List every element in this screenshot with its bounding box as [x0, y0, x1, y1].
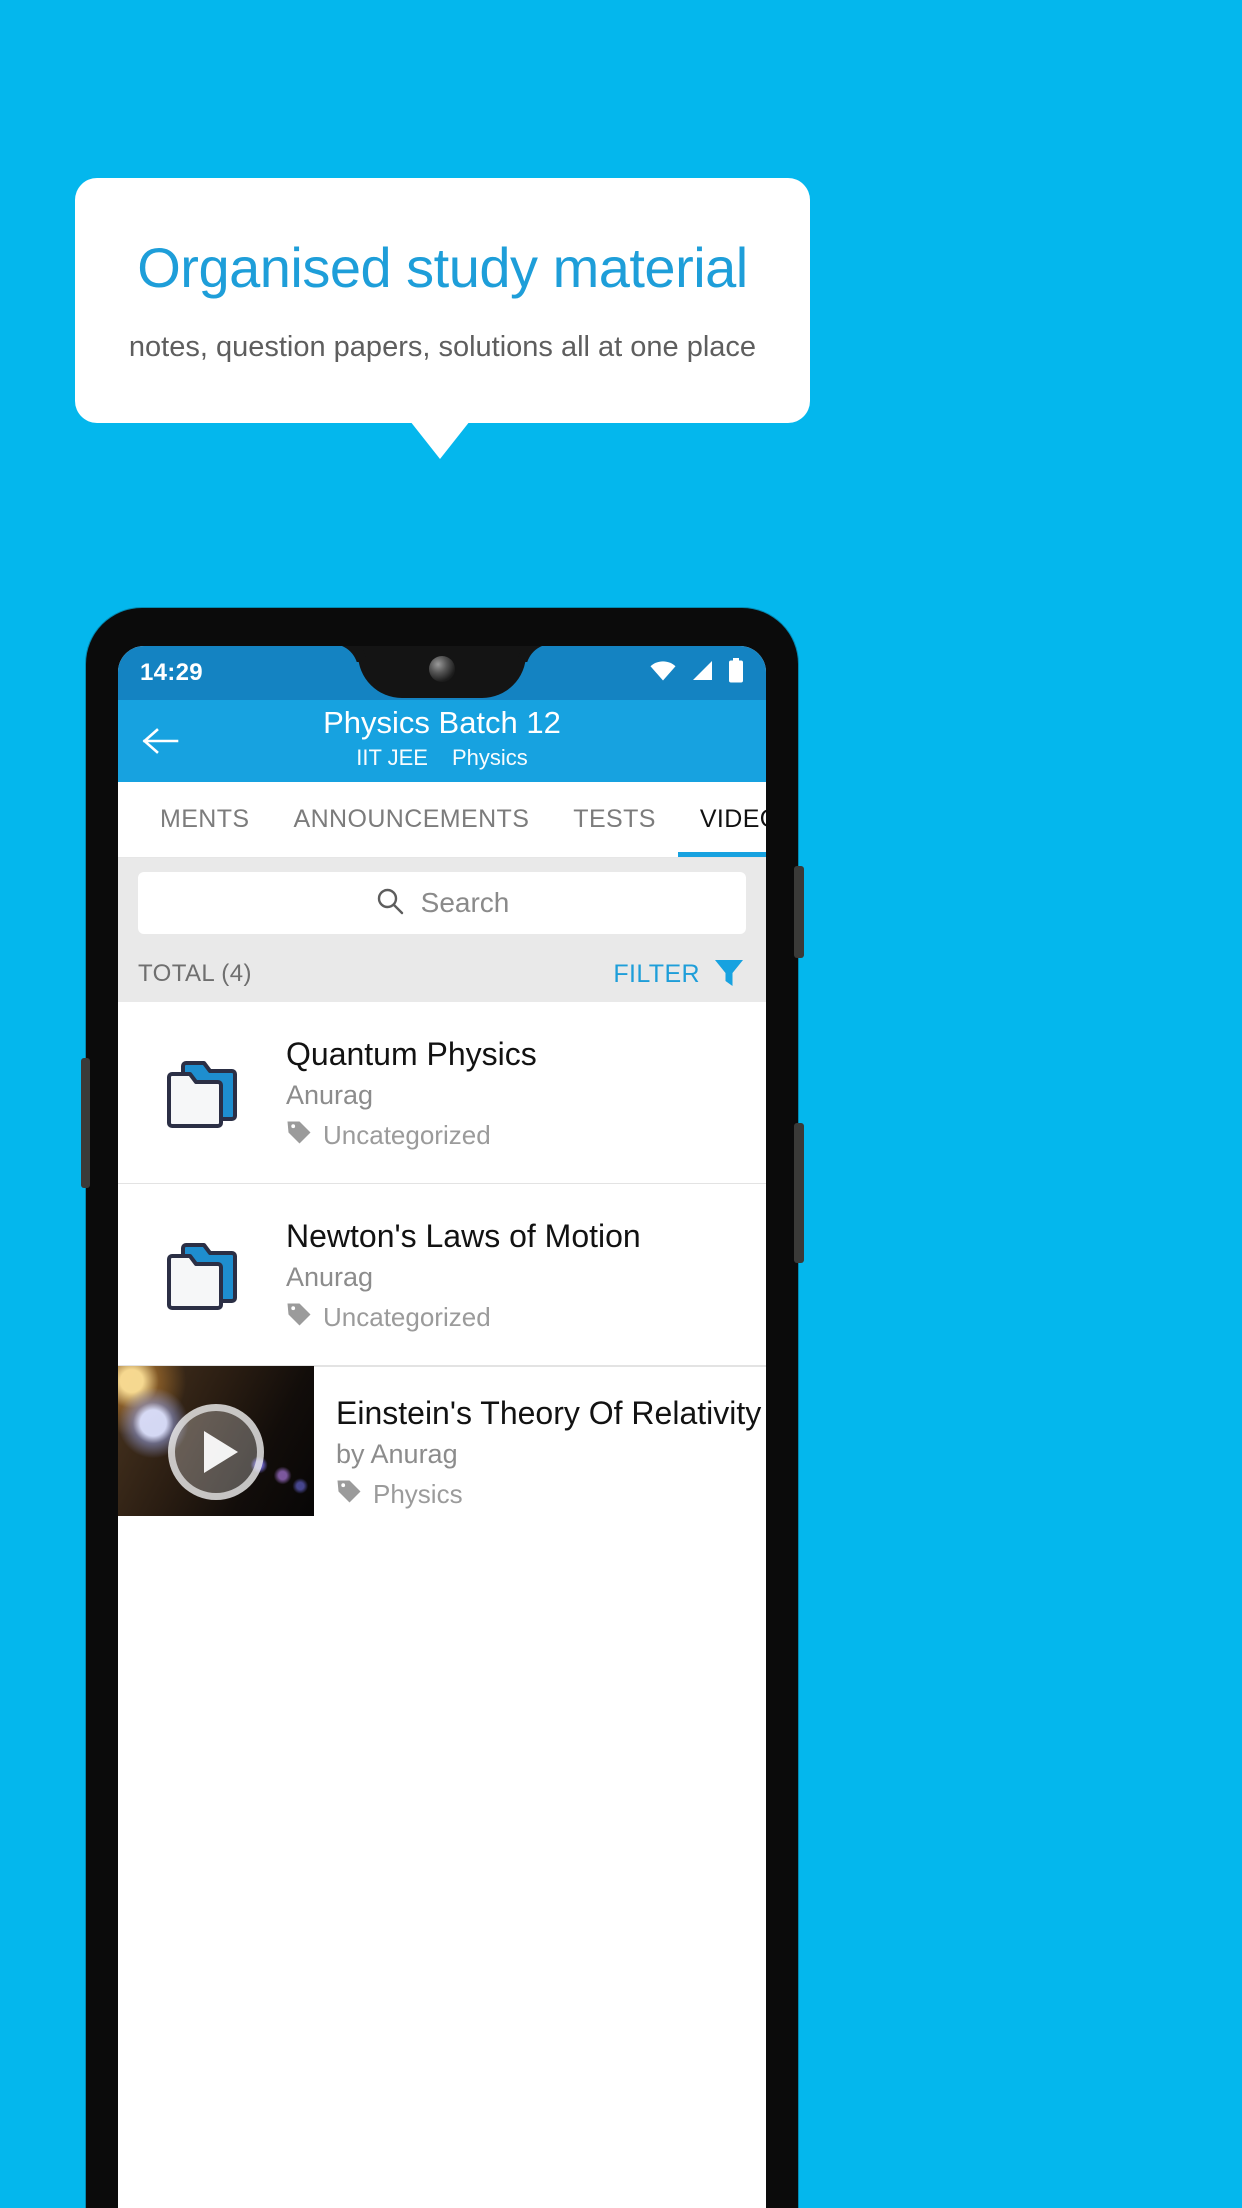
tab-bar: MENTS ANNOUNCEMENTS TESTS VIDEOS [118, 782, 766, 858]
back-arrow-icon [142, 728, 179, 754]
list-item-author: Anurag [286, 1079, 374, 1110]
phone-power-button[interactable] [794, 1123, 804, 1263]
promo-callout-card: Organised study material notes, question… [75, 178, 810, 423]
video-list: Quantum Physics Anurag Uncategorized New… [118, 1002, 766, 1516]
filter-funnel-icon [712, 955, 746, 994]
play-icon[interactable] [168, 1403, 264, 1500]
tag-icon [336, 1478, 362, 1511]
video-thumbnail[interactable] [118, 1366, 314, 1516]
tab-label: TESTS [573, 805, 656, 833]
app-bar-title-group: Physics Batch 12 IIT JEE Physics [118, 704, 766, 771]
promo-title: Organised study material [137, 236, 748, 300]
back-button[interactable] [138, 718, 184, 764]
list-item-tag: Physics [336, 1478, 761, 1511]
promo-callout-tail [410, 421, 470, 459]
tag-icon [286, 1119, 312, 1152]
filter-label: FILTER [613, 959, 700, 988]
folder-icon [118, 1239, 286, 1311]
list-toolbar: TOTAL (4) FILTER [118, 946, 766, 1002]
battery-icon [728, 658, 744, 688]
breadcrumb: IIT JEE Physics [356, 745, 528, 771]
list-item-tag: Uncategorized [286, 1301, 750, 1334]
tag-label: Uncategorized [323, 1119, 491, 1150]
search-icon [375, 886, 405, 921]
wifi-icon [650, 660, 676, 686]
filter-button[interactable]: FILTER [613, 955, 746, 994]
phone-screen: 14:29 Physics Batch 12 IIT JEE Physics M… [118, 646, 766, 2208]
signal-icon [690, 660, 714, 686]
tab-label: ANNOUNCEMENTS [293, 805, 530, 833]
tab-label: MENTS [160, 805, 250, 833]
app-bar: Physics Batch 12 IIT JEE Physics [118, 700, 766, 782]
tag-label: Physics [373, 1479, 463, 1509]
list-item-author: by Anurag [336, 1439, 458, 1469]
total-count-label: TOTAL (4) [138, 960, 252, 987]
list-item[interactable]: Newton's Laws of Motion Anurag Uncategor… [118, 1184, 766, 1366]
list-item-author: Anurag [286, 1261, 374, 1292]
list-item[interactable]: Quantum Physics Anurag Uncategorized [118, 1002, 766, 1184]
page-title: Physics Batch 12 [323, 705, 561, 740]
display-notch [358, 646, 526, 698]
list-item-text: Newton's Laws of Motion Anurag Uncategor… [286, 1216, 766, 1334]
phone-side-button-left[interactable] [81, 1058, 90, 1188]
tag-label: Uncategorized [323, 1301, 491, 1332]
search-section: Search [118, 858, 766, 946]
search-placeholder-text: Search [420, 887, 510, 918]
list-item[interactable]: Einstein's Theory Of Relativity by Anura… [118, 1366, 766, 1516]
list-item-text: Einstein's Theory Of Relativity by Anura… [314, 1366, 766, 1516]
status-bar-clock: 14:29 [140, 659, 203, 686]
tab-tests[interactable]: TESTS [551, 782, 678, 857]
tab-announcements[interactable]: ANNOUNCEMENTS [272, 782, 552, 857]
tag-icon [286, 1301, 312, 1334]
phone-volume-button[interactable] [794, 866, 804, 958]
status-bar-icons [650, 658, 744, 688]
tab-label: VIDEOS [699, 805, 766, 833]
tab-videos[interactable]: VIDEOS [677, 782, 766, 857]
list-item-title: Einstein's Theory Of Relativity [336, 1395, 762, 1431]
list-item-tag: Uncategorized [286, 1119, 750, 1152]
breadcrumb-course: IIT JEE [356, 744, 428, 770]
list-item-title: Quantum Physics [286, 1035, 537, 1072]
list-item-text: Quantum Physics Anurag Uncategorized [286, 1034, 766, 1152]
list-item-title: Newton's Laws of Motion [286, 1217, 641, 1254]
phone-device-frame: 14:29 Physics Batch 12 IIT JEE Physics M… [81, 608, 804, 2208]
promo-subtitle: notes, question papers, solutions all at… [128, 330, 757, 363]
breadcrumb-subject: Physics [451, 744, 528, 770]
tab-ments[interactable]: MENTS [138, 782, 272, 857]
status-bar: 14:29 [118, 646, 766, 700]
front-camera-icon [429, 656, 455, 682]
search-input[interactable]: Search [138, 872, 746, 934]
folder-icon [118, 1057, 286, 1129]
